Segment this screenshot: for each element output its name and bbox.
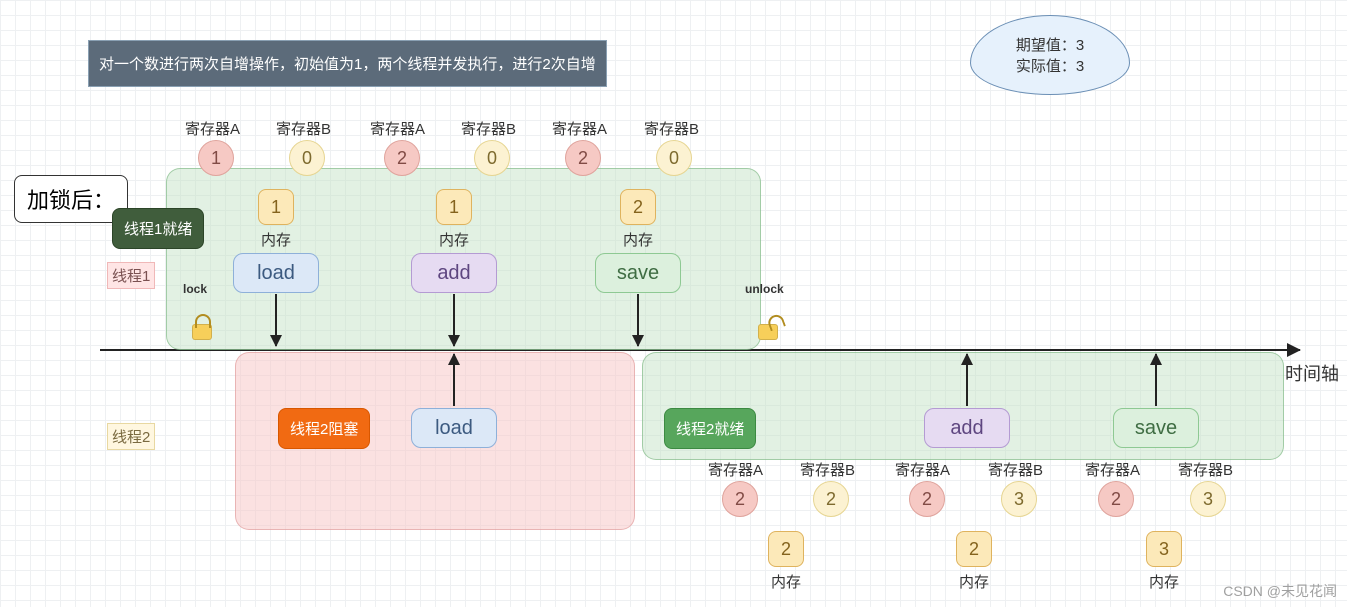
t2s3-regA-label: 寄存器A: [1085, 459, 1140, 480]
t2s1-regA-label: 寄存器A: [708, 459, 763, 480]
t2-op-add: add: [924, 408, 1010, 448]
t1-op-add: add: [411, 253, 497, 293]
t1-op-load: load: [233, 253, 319, 293]
t2s2-mem: 2: [956, 531, 992, 567]
t1-arrow-load: [275, 294, 277, 346]
expected-line: 期望值：3: [1016, 34, 1084, 55]
t1s3-mem: 2: [620, 189, 656, 225]
t2-arrow-load: [453, 354, 455, 406]
unlock-label: unlock: [745, 282, 784, 296]
t2s1-regA: 2: [722, 481, 758, 517]
description-box: 对一个数进行两次自增操作，初始值为1，两个线程并发执行，进行2次自增: [88, 40, 607, 87]
t1s1-regB-label: 寄存器B: [276, 118, 331, 139]
t1s2-mem-label: 内存: [439, 229, 469, 250]
t1s2-regA-label: 寄存器A: [370, 118, 425, 139]
t2s3-mem: 3: [1146, 531, 1182, 567]
t1s3-regA: 2: [565, 140, 601, 176]
t1-arrow-save: [637, 294, 639, 346]
t2s3-regB-label: 寄存器B: [1178, 459, 1233, 480]
t2s2-regA: 2: [909, 481, 945, 517]
t1s1-regA-label: 寄存器A: [185, 118, 240, 139]
watermark: CSDN @未见花闻: [1223, 581, 1337, 601]
t2s2-regB-label: 寄存器B: [988, 459, 1043, 480]
t1s2-mem: 1: [436, 189, 472, 225]
t1s1-regB: 0: [289, 140, 325, 176]
t2s3-mem-label: 内存: [1149, 571, 1179, 592]
t1-arrow-add: [453, 294, 455, 346]
t1s1-regA: 1: [198, 140, 234, 176]
t2s3-regA: 2: [1098, 481, 1134, 517]
t1s2-regA: 2: [384, 140, 420, 176]
t1s1-mem: 1: [258, 189, 294, 225]
tag-thread1-ready: 线程1就绪: [112, 208, 204, 249]
result-cloud: 期望值：3 实际值：3: [970, 15, 1130, 95]
axis-label: 时间轴: [1285, 360, 1339, 386]
t1s3-regB-label: 寄存器B: [644, 118, 699, 139]
t2s1-mem: 2: [768, 531, 804, 567]
t2s2-regB: 3: [1001, 481, 1037, 517]
t2-op-save: save: [1113, 408, 1199, 448]
t2s1-mem-label: 内存: [771, 571, 801, 592]
lock-label: lock: [183, 282, 207, 296]
tag-thread2-ready: 线程2就绪: [664, 408, 756, 449]
t2s1-regB: 2: [813, 481, 849, 517]
t1s1-mem-label: 内存: [261, 229, 291, 250]
t1s3-mem-label: 内存: [623, 229, 653, 250]
t1s2-regB: 0: [474, 140, 510, 176]
t2-arrow-save: [1155, 354, 1157, 406]
t2s1-regB-label: 寄存器B: [800, 459, 855, 480]
t2s2-regA-label: 寄存器A: [895, 459, 950, 480]
t1s2-regB-label: 寄存器B: [461, 118, 516, 139]
lane-label-thread2: 线程2: [107, 423, 155, 450]
actual-line: 实际值：3: [1016, 55, 1084, 76]
section-heading: 加锁后：: [14, 175, 128, 223]
t1s3-regA-label: 寄存器A: [552, 118, 607, 139]
t1-op-save: save: [595, 253, 681, 293]
t2s2-mem-label: 内存: [959, 571, 989, 592]
tag-thread2-blocked: 线程2阻塞: [278, 408, 370, 449]
t2-op-load: load: [411, 408, 497, 448]
t2-arrow-add: [966, 354, 968, 406]
lane-label-thread1: 线程1: [107, 262, 155, 289]
t1s3-regB: 0: [656, 140, 692, 176]
lock-icon: [192, 324, 212, 340]
t2s3-regB: 3: [1190, 481, 1226, 517]
unlock-icon: [758, 324, 778, 340]
